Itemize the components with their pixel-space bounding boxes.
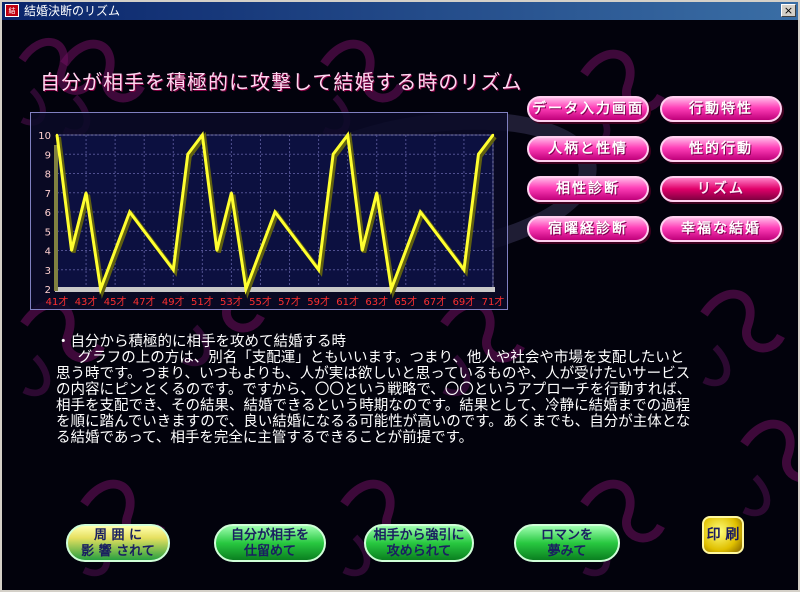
data-point xyxy=(331,153,335,156)
x-tick-label: 67才 xyxy=(423,295,446,308)
y-tick-label: 4 xyxy=(45,247,51,258)
nav-romance-button[interactable]: ロマンを 夢みて xyxy=(514,524,620,562)
nav-influenced-line1: 周 囲 に xyxy=(93,528,143,543)
chart-svg: 2 3 4 5 6 7 8 9 10 41才 43才 45才 47才 49才 51才 53才 55才 57才 59才… xyxy=(38,131,505,308)
y-tick-label: 6 xyxy=(45,208,51,219)
print-button[interactable]: 印 刷 xyxy=(702,516,744,554)
x-tick-label: 71才 xyxy=(482,295,505,308)
y-tick-label: 2 xyxy=(45,285,51,296)
x-tick-label: 55才 xyxy=(249,295,272,308)
data-point xyxy=(215,249,219,252)
data-point xyxy=(448,249,451,252)
x-tick-label: 65才 xyxy=(394,295,417,308)
y-tick-label: 8 xyxy=(45,170,51,181)
x-tick-label: 57才 xyxy=(278,295,301,308)
main-content: 自分が相手を積極的に攻撃して結婚する時のリズム 2 3 4 5 6 7 8 9 10 41才 43才… xyxy=(2,20,798,590)
app-window: 結婚 結婚決断のリズム × 自分が相手を積極的に攻撃して結婚する時のリズム 2 3… xyxy=(0,0,800,592)
data-point xyxy=(230,191,233,194)
x-tick-label: 59才 xyxy=(307,295,330,308)
data-point xyxy=(113,249,117,252)
data-point xyxy=(404,249,407,252)
nav-influenced-line2: 影 響 されて xyxy=(81,544,155,559)
nav-influenced-button[interactable]: 周 囲 に 影 響 されて xyxy=(66,524,170,562)
x-tick-label: 41才 xyxy=(46,295,69,308)
description-body: グラフの上の方は、別名「支配運」ともいいます。つまり、他人や社会や市場を支配した… xyxy=(56,350,692,446)
data-point xyxy=(55,133,59,137)
compatibility-button[interactable]: 相性診断 xyxy=(527,176,649,202)
page-title: 自分が相手を積極的に攻撃して結婚する時のリズム xyxy=(40,70,523,94)
data-point xyxy=(390,287,393,291)
personality-button[interactable]: 人柄と性情 xyxy=(527,136,649,162)
y-tick-label: 10 xyxy=(38,131,51,142)
description-heading: ・自分から積極的に相手を攻めて結婚する時 xyxy=(56,334,346,350)
x-tick-label: 63才 xyxy=(365,295,388,308)
data-entry-button[interactable]: データ入力画面 xyxy=(527,96,649,122)
sexual-behavior-button[interactable]: 性的行動 xyxy=(660,136,782,162)
data-point xyxy=(433,230,437,233)
y-tick-label: 7 xyxy=(45,189,51,200)
nav-romance-line1: ロマンを xyxy=(540,528,593,543)
x-tick-label: 61才 xyxy=(336,295,359,308)
data-point xyxy=(491,133,495,137)
data-point xyxy=(462,268,466,271)
nav-self-catch-line2: 仕留めて xyxy=(243,544,296,559)
rhythm-button[interactable]: リズム xyxy=(660,176,782,202)
data-point xyxy=(84,191,88,194)
close-button[interactable]: × xyxy=(781,4,796,17)
behavior-traits-button[interactable]: 行動特性 xyxy=(660,96,782,122)
nav-forced-line2: 攻められて xyxy=(386,544,452,559)
y-tick-label: 5 xyxy=(45,227,51,238)
data-point xyxy=(375,191,378,194)
window-title: 結婚決断のリズム xyxy=(24,4,121,18)
nav-forced-line1: 相手から強引に xyxy=(373,528,465,543)
data-point xyxy=(157,249,160,252)
x-axis-floor xyxy=(55,287,495,292)
data-point xyxy=(99,287,102,291)
nav-forced-button[interactable]: 相手から強引に 攻められて xyxy=(364,524,474,562)
title-bar[interactable]: 結婚 結婚決断のリズム × xyxy=(2,2,798,28)
nav-self-catch-button[interactable]: 自分が相手を 仕留めて xyxy=(214,524,326,562)
data-point xyxy=(477,153,480,156)
happy-marriage-button[interactable]: 幸福な結婚 xyxy=(660,216,782,242)
nav-self-catch-line1: 自分が相手を xyxy=(230,528,309,543)
data-point xyxy=(186,153,189,156)
app-icon: 結婚 xyxy=(5,4,19,28)
data-point xyxy=(172,268,175,271)
data-point xyxy=(201,133,204,137)
x-tick-label: 49才 xyxy=(162,295,185,308)
data-point xyxy=(259,249,262,252)
data-point xyxy=(244,287,248,291)
x-tick-label: 47才 xyxy=(133,295,156,308)
data-point xyxy=(273,210,277,214)
data-point xyxy=(419,210,422,214)
lunar-mansion-button[interactable]: 宿曜経診断 xyxy=(527,216,649,242)
y-tick-label: 9 xyxy=(45,150,51,161)
x-tick-label: 69才 xyxy=(453,295,476,308)
x-tick-label: 43才 xyxy=(75,295,98,308)
data-point xyxy=(302,249,306,252)
data-point xyxy=(128,210,131,214)
nav-romance-line2: 夢みて xyxy=(547,544,587,559)
x-tick-label: 53才 xyxy=(220,295,243,308)
data-point xyxy=(70,249,73,252)
data-point xyxy=(346,133,349,137)
data-point xyxy=(361,249,364,252)
data-point xyxy=(288,230,291,233)
x-tick-label: 51才 xyxy=(191,295,214,308)
y-tick-label: 3 xyxy=(45,266,51,277)
x-tick-label: 45才 xyxy=(104,295,127,308)
description: ・自分から積極的に相手を攻めて結婚する時 グラフの上の方は、別名「支配運」ともい… xyxy=(56,334,696,446)
data-point xyxy=(317,268,320,271)
y-axis-wall xyxy=(54,145,58,291)
rhythm-chart: 2 3 4 5 6 7 8 9 10 41才 43才 45才 47才 49才 51才 53才 55才 57才 59才… xyxy=(30,112,508,310)
data-point xyxy=(143,230,146,233)
